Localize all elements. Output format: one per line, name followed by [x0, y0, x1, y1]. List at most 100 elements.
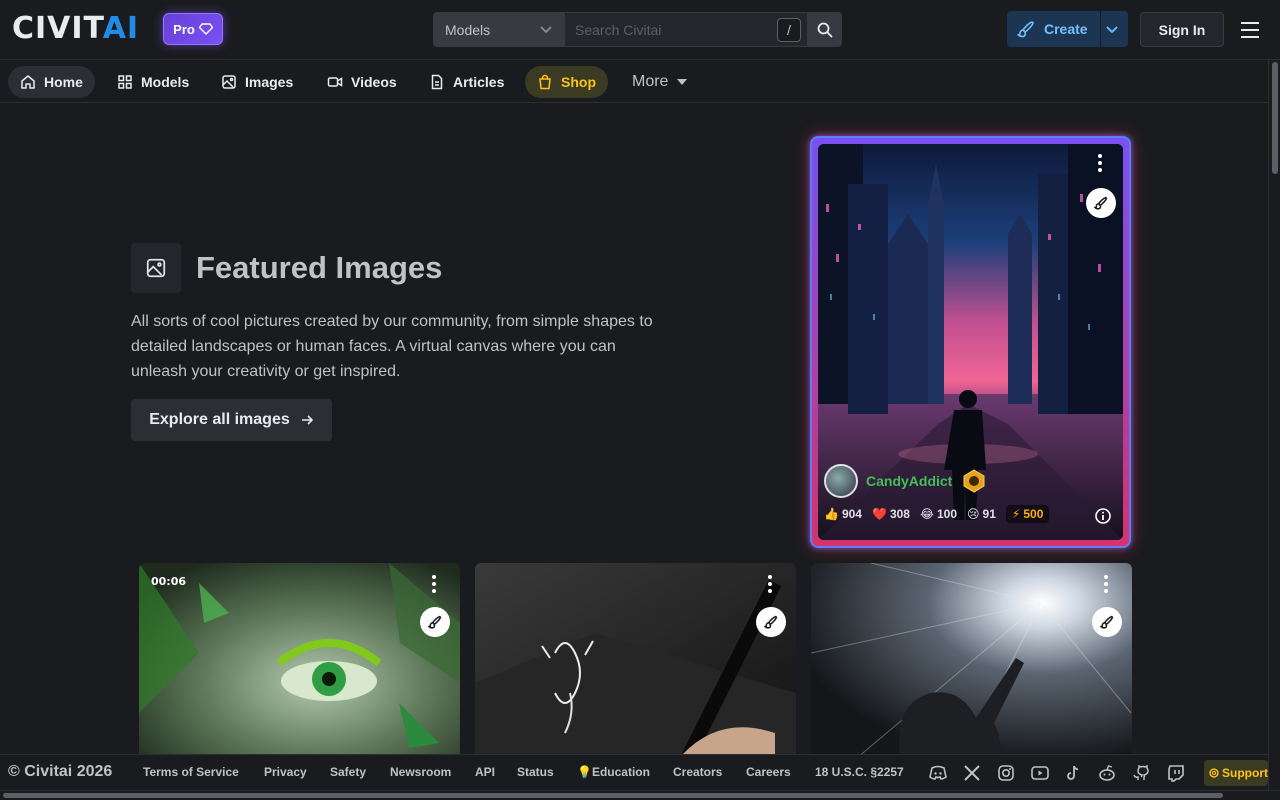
laugh-reaction[interactable]: 😂 100: [920, 507, 957, 521]
reddit-icon[interactable]: [1097, 763, 1117, 783]
reaction-bar: 👍 904 ❤️ 308 😂 100 😢 91 ⚡ 500: [824, 502, 1050, 526]
footer-link-education[interactable]: 💡Education: [577, 765, 650, 779]
creator-badge-icon: [960, 467, 988, 495]
remix-button[interactable]: [756, 607, 786, 637]
menu-icon[interactable]: [1238, 18, 1262, 42]
lightbulb-icon: 💡: [577, 765, 592, 779]
nav-item-articles[interactable]: Articles: [417, 66, 516, 98]
nav-item-label: Videos: [351, 74, 397, 90]
shopping-bag-icon: [539, 74, 551, 90]
like-reaction[interactable]: 👍 904: [824, 507, 862, 521]
info-icon[interactable]: [1095, 508, 1111, 524]
footer-link-creators[interactable]: Creators: [673, 765, 722, 779]
featured-image-card[interactable]: CandyAddict 👍 904 ❤️ 308 😂 100 😢 91 ⚡ 500: [810, 136, 1131, 548]
nav-item-videos[interactable]: Videos: [315, 66, 409, 98]
remix-button[interactable]: [1086, 188, 1116, 218]
image-icon: [222, 75, 236, 89]
creator-info[interactable]: CandyAddict: [824, 464, 988, 498]
footer-link-api[interactable]: API: [475, 765, 495, 779]
video-icon: [327, 77, 343, 87]
featured-image[interactable]: CandyAddict 👍 904 ❤️ 308 😂 100 😢 91 ⚡ 500: [818, 144, 1123, 540]
more-options-icon[interactable]: [1104, 575, 1108, 593]
more-options-icon[interactable]: [432, 575, 436, 593]
remix-button[interactable]: [420, 607, 450, 637]
heart-reaction[interactable]: ❤️ 308: [872, 507, 910, 521]
remix-button[interactable]: [1092, 607, 1122, 637]
search-bar: Models Search Civitai /: [433, 12, 842, 47]
search-button[interactable]: [808, 12, 842, 47]
explore-all-images-button[interactable]: Explore all images: [131, 399, 332, 441]
footer-link-privacy[interactable]: Privacy: [264, 765, 307, 779]
more-options-icon[interactable]: [768, 575, 772, 593]
nav-item-models[interactable]: Models: [105, 66, 201, 98]
nav-item-images[interactable]: Images: [209, 66, 305, 98]
chevron-down-icon[interactable]: [1105, 22, 1119, 36]
twitch-icon[interactable]: [1166, 763, 1186, 783]
brush-icon: [764, 615, 778, 629]
image-card[interactable]: [475, 563, 796, 754]
discord-icon[interactable]: [928, 763, 948, 783]
buzz-tip-button[interactable]: ⚡ 500: [1005, 505, 1050, 523]
cry-reaction[interactable]: 😢 91: [967, 507, 996, 521]
brush-icon: [1094, 196, 1108, 210]
top-bar: CIVITAI Pro Models Search Civitai / Crea…: [0, 0, 1280, 60]
nav-item-label: Home: [44, 74, 83, 90]
arrow-right-icon: [301, 415, 313, 425]
github-icon[interactable]: [1131, 763, 1151, 783]
vertical-scrollbar-thumb[interactable]: [1272, 62, 1278, 174]
support-button[interactable]: Support: [1204, 760, 1268, 786]
thumbs-up-icon: 👍: [824, 507, 839, 521]
pro-button[interactable]: Pro: [163, 13, 223, 45]
civitai-logo[interactable]: CIVITAI: [12, 14, 139, 44]
footer-link-newsroom[interactable]: Newsroom: [390, 765, 451, 779]
tiktok-icon[interactable]: [1063, 763, 1083, 783]
heart-icon: ❤️: [871, 507, 887, 521]
main-content: Featured Images All sorts of cool pictur…: [0, 104, 1268, 754]
x-icon[interactable]: [962, 763, 982, 783]
avatar[interactable]: [824, 464, 858, 498]
nav-item-shop[interactable]: Shop: [525, 66, 608, 98]
footer-link-safety[interactable]: Safety: [330, 765, 366, 779]
nav-more-label: More: [632, 73, 669, 90]
featured-images-title: Featured Images: [196, 250, 443, 285]
footer-link-careers[interactable]: Careers: [746, 765, 791, 779]
footer-link-status[interactable]: Status: [517, 765, 554, 779]
creator-username[interactable]: CandyAddict: [866, 473, 952, 489]
pro-label: Pro: [173, 21, 195, 37]
footer-link-terms[interactable]: Terms of Service: [143, 765, 239, 779]
laugh-icon: 😂: [919, 507, 934, 521]
instagram-icon[interactable]: [996, 763, 1016, 783]
sign-in-button[interactable]: Sign In: [1140, 12, 1224, 47]
footer: © Civitai 2026 Terms of Service Privacy …: [0, 754, 1268, 790]
buzz-count: 500: [1023, 507, 1044, 521]
image-card[interactable]: [811, 563, 1132, 754]
horizontal-scrollbar[interactable]: [0, 790, 1280, 800]
nav-more-menu[interactable]: More: [620, 66, 700, 98]
lifebuoy-icon: [1209, 768, 1219, 778]
featured-images-icon-box: [131, 243, 181, 293]
nav-item-label: Articles: [453, 74, 505, 90]
more-options-icon[interactable]: [1098, 154, 1102, 172]
search-placeholder: Search Civitai: [575, 21, 662, 38]
copyright: © Civitai 2026: [8, 763, 113, 780]
brush-icon: [1017, 21, 1034, 38]
search-category-select[interactable]: Models: [433, 12, 564, 47]
create-button[interactable]: Create: [1007, 11, 1128, 47]
horizontal-scrollbar-thumb[interactable]: [3, 793, 1223, 798]
diamond-icon: [198, 23, 213, 35]
search-shortcut-key: /: [777, 18, 801, 42]
search-input[interactable]: Search Civitai /: [564, 12, 808, 47]
vertical-scrollbar[interactable]: [1268, 60, 1280, 790]
nav-item-home[interactable]: Home: [8, 66, 95, 98]
youtube-icon[interactable]: [1030, 763, 1050, 783]
search-icon: [817, 22, 833, 38]
footer-link-2257[interactable]: 18 U.S.C. §2257: [815, 765, 904, 779]
green-eye-image: [139, 563, 460, 754]
explore-label: Explore all images: [149, 411, 290, 428]
chevron-down-icon: [540, 25, 552, 33]
image-card[interactable]: 00:06: [139, 563, 460, 754]
grid-icon: [118, 75, 132, 89]
pen-drawing-image: [475, 563, 796, 754]
nav-item-label: Shop: [561, 74, 596, 90]
lightning-icon: ⚡: [1011, 507, 1021, 521]
